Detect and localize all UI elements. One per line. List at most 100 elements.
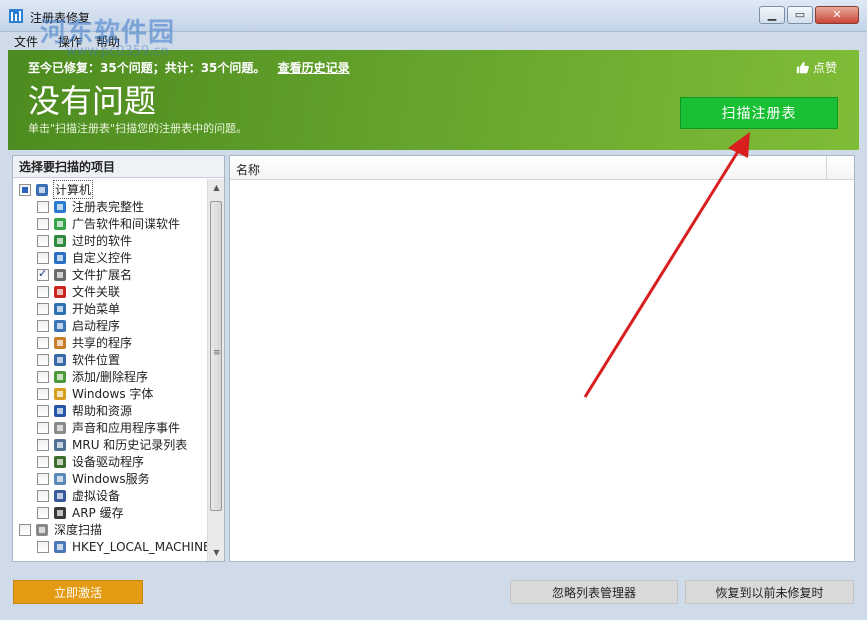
checkbox[interactable] [37, 234, 49, 247]
column-name[interactable]: 名称 [236, 161, 260, 178]
registry-grid-icon [54, 200, 66, 213]
tree-item[interactable]: Windows服务 [37, 470, 151, 487]
checkbox[interactable] [37, 489, 49, 502]
scroll-thumb[interactable]: ≡ [210, 201, 222, 511]
tree-item[interactable]: 添加/删除程序 [37, 368, 149, 385]
tree-item-label: 启动程序 [72, 319, 121, 333]
results-column-header: 名称 [230, 156, 854, 180]
tree-item[interactable]: 文件扩展名 [37, 266, 133, 283]
checkbox[interactable] [37, 302, 49, 315]
tree-item[interactable]: 过时的软件 [37, 232, 133, 249]
checkbox[interactable] [37, 404, 49, 417]
tree-item[interactable]: 帮助和资源 [37, 402, 133, 419]
tree-item-label: HKEY_LOCAL_MACHINE [72, 539, 207, 554]
shared-icon [54, 336, 66, 349]
like-button[interactable]: 点赞 [796, 59, 837, 76]
checkbox[interactable] [19, 523, 31, 536]
tree-item[interactable]: 声音和应用程序事件 [37, 419, 181, 436]
scroll-down-icon[interactable]: ▼ [208, 544, 225, 561]
controls-icon [54, 251, 66, 264]
service-icon [54, 472, 66, 485]
tree-item-label: 共享的程序 [72, 336, 133, 350]
scroll-up-icon[interactable]: ▲ [208, 179, 225, 196]
history-link[interactable]: 查看历史记录 [278, 61, 350, 75]
help-icon [54, 404, 66, 417]
tree-item-label: 计算机 [53, 180, 94, 199]
checkbox[interactable] [37, 285, 49, 298]
checkbox[interactable] [37, 267, 49, 281]
adware-icon [54, 217, 66, 230]
checkbox[interactable] [37, 353, 49, 366]
tree-item-label: 虚拟设备 [72, 489, 121, 503]
menu-file[interactable]: 文件 [14, 33, 38, 50]
tree-item[interactable]: 注册表完整性 [37, 198, 145, 215]
minimize-button[interactable]: ▁ [759, 6, 785, 24]
menu-bar: 文件 操作 帮助 [0, 32, 867, 50]
hklm-icon [54, 540, 66, 553]
tree-item[interactable]: Windows 字体 [37, 385, 154, 402]
menu-operate[interactable]: 操作 [58, 33, 82, 50]
tree-root-deep-scan[interactable]: 深度扫描 [19, 521, 103, 538]
thumbs-up-icon [796, 61, 809, 74]
checkbox[interactable] [37, 438, 49, 451]
tree-item-label: 文件关联 [72, 285, 121, 299]
checkbox[interactable] [37, 217, 49, 230]
tree-item[interactable]: 设备驱动程序 [37, 453, 145, 470]
checkbox[interactable] [37, 387, 49, 400]
status-banner: 至今已修复：35个问题；共计：35个问题。 查看历史记录 点赞 没有问题 单击"… [8, 50, 859, 150]
checkbox[interactable] [37, 506, 49, 519]
tree-item[interactable]: MRU 和历史记录列表 [37, 436, 188, 453]
ignore-list-manager-button[interactable]: 忽略列表管理器 [510, 580, 678, 604]
tree-item-label: ARP 缓存 [72, 506, 124, 520]
tree-item-label: 帮助和资源 [72, 404, 133, 418]
activate-now-button[interactable]: 立即激活 [13, 580, 143, 604]
file-assoc-icon [54, 285, 66, 298]
file-ext-icon [54, 268, 66, 281]
scan-registry-button[interactable]: 扫描注册表 [680, 97, 838, 129]
tree-root-computer[interactable]: 计算机 [19, 180, 94, 199]
checkbox[interactable] [37, 319, 49, 332]
results-panel: 名称 [229, 155, 855, 562]
tree-item[interactable]: 文件关联 [37, 283, 121, 300]
tree-item[interactable]: 虚拟设备 [37, 487, 121, 504]
history-icon [54, 438, 66, 451]
checkbox[interactable] [19, 183, 31, 196]
checkbox[interactable] [37, 472, 49, 485]
close-icon: ✕ [832, 8, 842, 21]
checkbox[interactable] [37, 251, 49, 264]
checkbox[interactable] [37, 336, 49, 349]
tree-item-label: 文件扩展名 [72, 268, 133, 282]
tree-item[interactable]: HKEY_LOCAL_MACHINE [37, 538, 207, 555]
tree-scrollbar[interactable]: ▲ ≡ ▼ [207, 179, 224, 561]
status-subtext: 单击"扫描注册表"扫描您的注册表中的问题。 [28, 122, 248, 135]
tree-item[interactable]: 开始菜单 [37, 300, 121, 317]
checkbox[interactable] [37, 540, 49, 553]
checkbox[interactable] [37, 455, 49, 468]
tree-item[interactable]: 启动程序 [37, 317, 121, 334]
start-menu-icon [54, 302, 66, 315]
sound-icon [54, 421, 66, 434]
maximize-button[interactable]: ▭ [787, 6, 813, 24]
virtual-device-icon [54, 489, 66, 502]
summary-text: 至今已修复：35个问题；共计：35个问题。 [28, 61, 266, 75]
tree-item[interactable]: ARP 缓存 [37, 504, 125, 521]
grip-icon: ≡ [213, 348, 221, 358]
checkbox[interactable] [37, 200, 49, 213]
menu-help[interactable]: 帮助 [96, 33, 120, 50]
tree-item-label: 声音和应用程序事件 [72, 421, 181, 435]
tree-item-label: Windows 字体 [72, 387, 154, 401]
tree-item[interactable]: 自定义控件 [37, 249, 133, 266]
font-icon [54, 387, 66, 400]
checkbox[interactable] [37, 421, 49, 434]
tree-item[interactable]: 软件位置 [37, 351, 121, 368]
tree-item-label: MRU 和历史记录列表 [72, 438, 188, 452]
tree-item[interactable]: 共享的程序 [37, 334, 133, 351]
close-button[interactable]: ✕ [815, 6, 859, 24]
maximize-icon: ▭ [794, 8, 806, 21]
repair-summary: 至今已修复：35个问题；共计：35个问题。 查看历史记录 [28, 59, 350, 76]
tree-item[interactable]: 广告软件和间谍软件 [37, 215, 181, 232]
checkbox[interactable] [37, 370, 49, 383]
tree-item-label: 开始菜单 [72, 302, 121, 316]
startup-icon [54, 319, 66, 332]
restore-previous-button[interactable]: 恢复到以前未修复时 [685, 580, 854, 604]
